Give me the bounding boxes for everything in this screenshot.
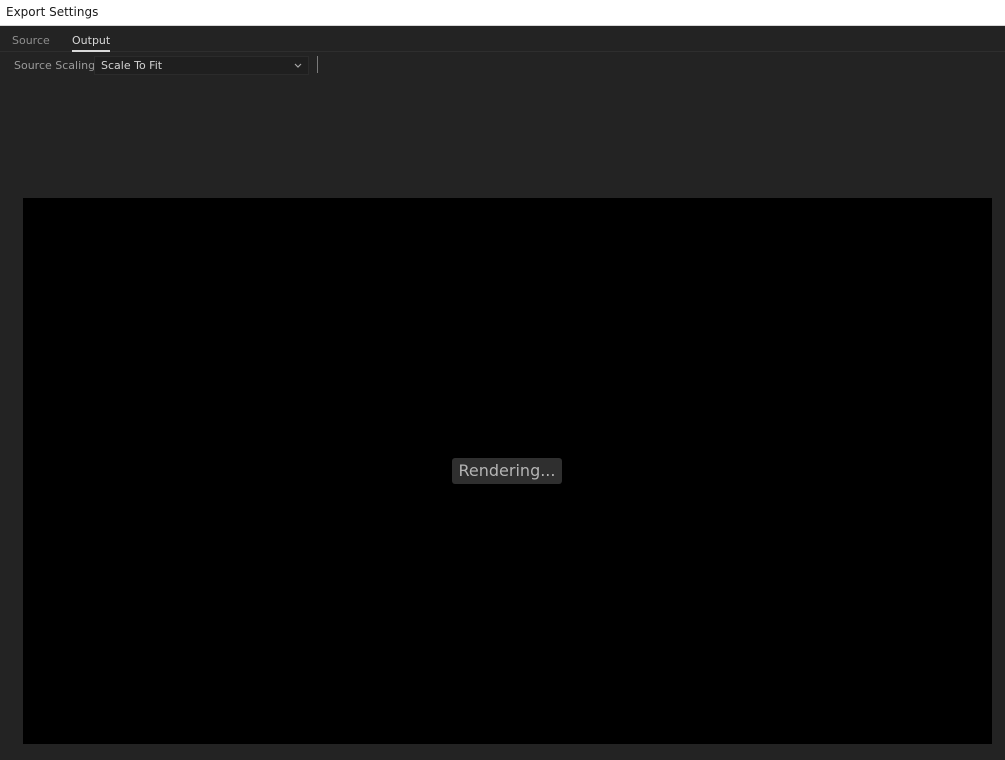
title-bar: Export Settings xyxy=(0,0,1005,26)
rendering-status-text: Rendering... xyxy=(458,461,556,480)
source-scaling-dropdown[interactable]: Scale To Fit xyxy=(94,56,309,75)
tab-source[interactable]: Source xyxy=(12,34,50,49)
source-scaling-label: Source Scaling: xyxy=(14,59,99,72)
source-scaling-row: Source Scaling: Scale To Fit xyxy=(0,53,1005,78)
chevron-down-icon xyxy=(294,63,302,68)
rendering-status-badge: Rendering... xyxy=(452,458,562,484)
tab-output[interactable]: Output xyxy=(72,34,111,52)
window-title: Export Settings xyxy=(6,5,99,19)
source-scaling-value: Scale To Fit xyxy=(101,59,163,72)
tab-bar: Source Output xyxy=(0,26,1005,52)
toolbar-divider xyxy=(317,56,318,73)
output-preview: Rendering... xyxy=(23,198,992,744)
export-settings-window: Export Settings Source Output Source Sca… xyxy=(0,0,1005,760)
